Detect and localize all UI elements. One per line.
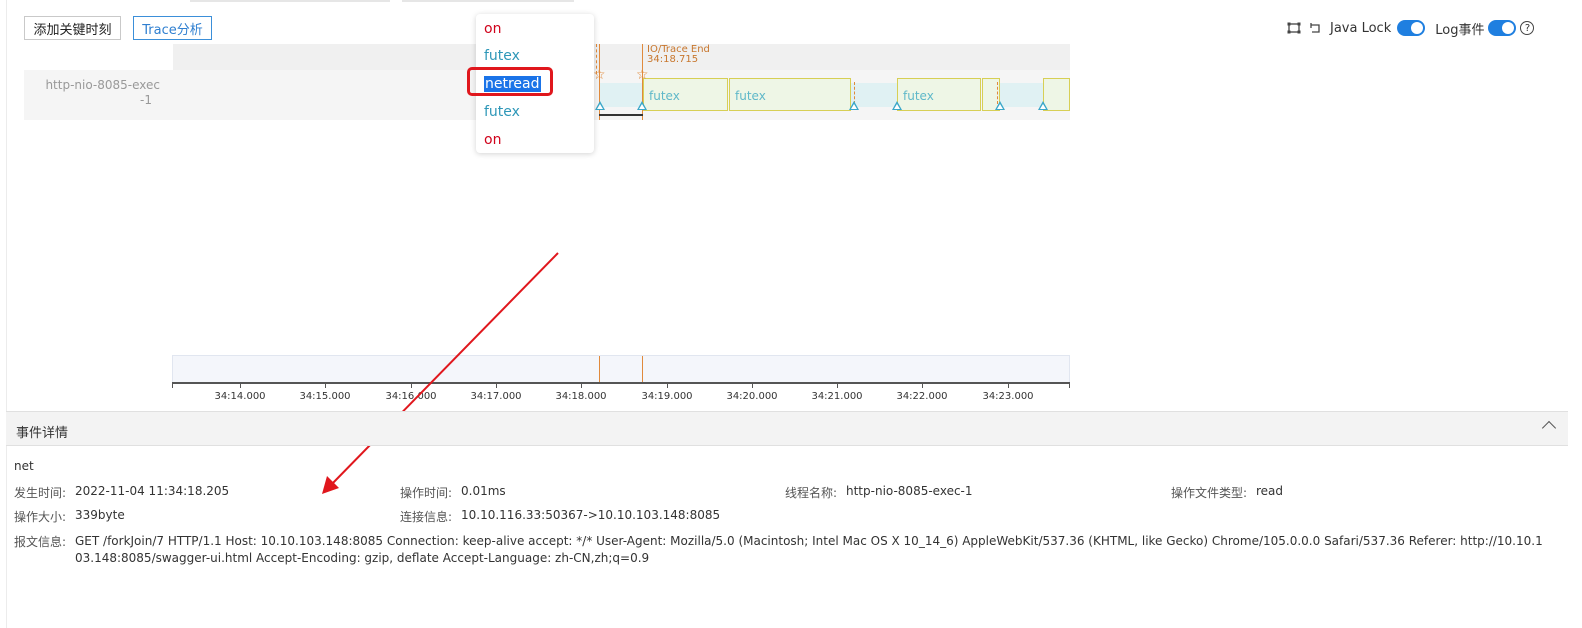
connection-value: 10.10.116.33:50367->10.10.103.148:8085 bbox=[461, 508, 721, 522]
connection-label: 连接信息: bbox=[400, 510, 453, 524]
op-size-value: 339byte bbox=[75, 508, 125, 522]
thread-name-value: http-nio-8085-exec-1 bbox=[846, 484, 973, 498]
event-name: net bbox=[14, 459, 34, 473]
op-size-label: 操作大小: bbox=[14, 510, 67, 524]
thread-name-label: 线程名称: bbox=[785, 486, 838, 500]
message-value: GET /forkJoin/7 HTTP/1.1 Host: 10.10.103… bbox=[75, 534, 1543, 565]
op-duration-label: 操作时间: bbox=[400, 486, 453, 500]
message-label: 报文信息: bbox=[14, 535, 67, 549]
occurred-time-label: 发生时间: bbox=[14, 486, 67, 500]
occurred-time-value: 2022-11-04 11:34:18.205 bbox=[75, 484, 230, 498]
event-details-header[interactable]: 事件详情 bbox=[6, 411, 1568, 446]
collapse-chevron-icon[interactable] bbox=[1541, 420, 1557, 436]
file-type-value: read bbox=[1256, 484, 1284, 498]
file-type-label: 操作文件类型: bbox=[1171, 486, 1248, 500]
event-details-title: 事件详情 bbox=[16, 426, 69, 441]
op-duration-value: 0.01ms bbox=[461, 484, 506, 498]
